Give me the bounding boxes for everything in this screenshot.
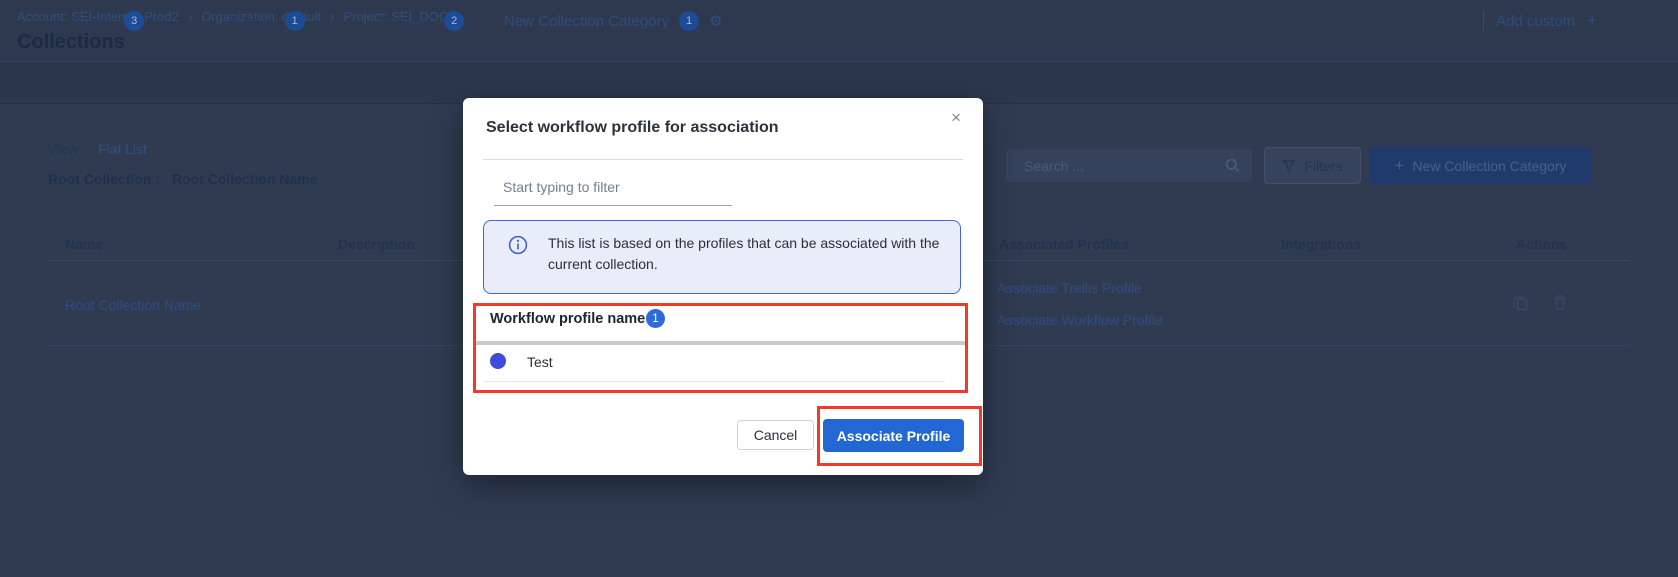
- add-custom-label: Add custom: [1496, 13, 1575, 30]
- root-collection-value: Root Collection Name: [172, 171, 317, 187]
- search-input[interactable]: [1006, 158, 1225, 174]
- tab-label: New Collection Category: [504, 13, 669, 30]
- dialog-title: Select workflow profile for association: [486, 119, 779, 137]
- view-flat-list-link[interactable]: Flat List: [98, 141, 147, 157]
- root-collection-row: Root Collection : Root Collection Name: [48, 171, 317, 187]
- view-selector: View : Flat List: [48, 141, 147, 157]
- info-banner: This list is based on the profiles that …: [483, 220, 961, 294]
- associate-trellis-profile-link[interactable]: Associate Trellis Profile: [997, 280, 1142, 296]
- plus-icon: +: [1587, 11, 1597, 31]
- count-badge: 1: [679, 11, 699, 31]
- root-collection-label: Root Collection :: [48, 171, 160, 187]
- count-badge: 3: [124, 11, 144, 31]
- column-header-actions[interactable]: Actions: [1516, 236, 1567, 252]
- tab-label: Projects: [380, 13, 434, 30]
- chevron-right-icon: ›: [330, 9, 334, 24]
- tab-new-collection-category[interactable]: New Collection Category 1 ⚙: [504, 0, 723, 42]
- copy-icon[interactable]: [1512, 294, 1529, 316]
- collection-name-link[interactable]: Root Collection Name: [65, 297, 201, 313]
- new-collection-category-label: New Collection Category: [1412, 158, 1566, 174]
- column-header-description[interactable]: Description: [338, 236, 415, 252]
- trash-icon[interactable]: [1552, 294, 1568, 316]
- divider: [1483, 11, 1484, 31]
- search-box[interactable]: [1006, 149, 1252, 182]
- plus-icon: +: [1394, 156, 1404, 176]
- filters-button[interactable]: Filters: [1264, 147, 1361, 184]
- profile-list-header: Workflow profile name: [490, 311, 645, 327]
- collections-page: Account: SEI-Internal-Prod2 › Organizati…: [0, 0, 1678, 577]
- divider: [483, 159, 963, 160]
- view-label: View :: [48, 141, 86, 157]
- filters-label: Filters: [1304, 158, 1342, 174]
- tab-teams[interactable]: Teams 3: [70, 0, 144, 42]
- gear-icon[interactable]: ⚙: [709, 14, 722, 29]
- profile-radio-dot[interactable]: [490, 353, 506, 369]
- info-icon: [508, 235, 528, 260]
- add-custom-button[interactable]: Add custom +: [1483, 0, 1597, 42]
- tab-label: Sprints: [228, 13, 275, 30]
- divider: [476, 341, 965, 345]
- column-header-associated-profiles[interactable]: Associated Profiles: [999, 236, 1129, 252]
- column-header-integrations[interactable]: Integrations: [1281, 236, 1361, 252]
- chevron-right-icon: ›: [188, 9, 192, 24]
- profile-filter-input[interactable]: [494, 174, 732, 206]
- select-workflow-profile-dialog: Select workflow profile for association …: [463, 98, 983, 475]
- column-header-name[interactable]: Name: [65, 236, 103, 252]
- cancel-button[interactable]: Cancel: [737, 420, 814, 450]
- profile-name[interactable]: Test: [527, 354, 553, 370]
- count-badge: 2: [444, 11, 464, 31]
- new-collection-category-button[interactable]: + New Collection Category: [1370, 147, 1591, 184]
- tab-projects[interactable]: Projects 2: [380, 0, 464, 42]
- associate-profile-button[interactable]: Associate Profile: [823, 419, 964, 452]
- divider: [483, 381, 945, 382]
- close-icon[interactable]: ×: [951, 108, 961, 128]
- tab-label: Teams: [70, 13, 114, 30]
- info-banner-text: This list is based on the profiles that …: [548, 233, 952, 275]
- funnel-icon: [1282, 159, 1296, 173]
- tab-sprints[interactable]: Sprints 1: [228, 0, 305, 42]
- profile-count-badge: 1: [646, 309, 665, 328]
- search-icon: [1225, 158, 1240, 173]
- count-badge: 1: [285, 11, 305, 31]
- associate-workflow-profile-link[interactable]: Associate Workflow Profile: [997, 312, 1162, 328]
